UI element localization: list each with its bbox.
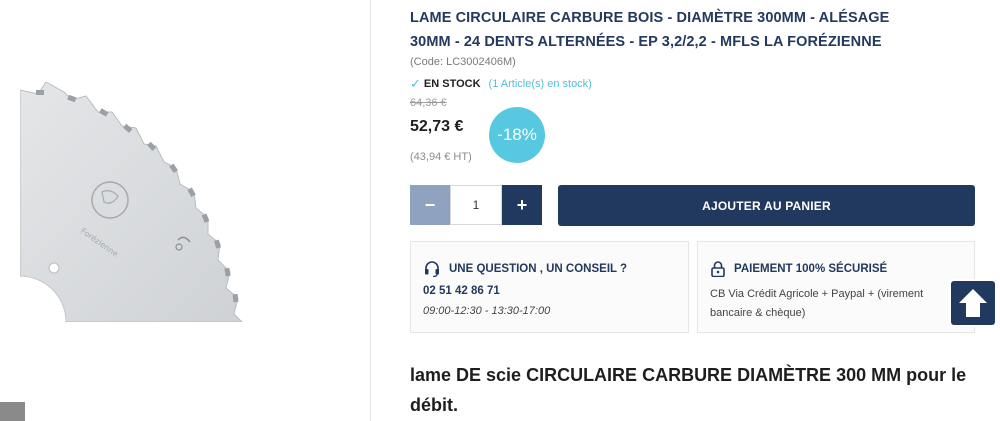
arrow-up-icon bbox=[959, 289, 987, 317]
quantity-increase-button[interactable]: + bbox=[502, 185, 542, 225]
add-to-cart-button[interactable]: AJOUTER AU PANIER bbox=[558, 185, 975, 226]
current-price: 52,73 € bbox=[410, 118, 464, 135]
checkmark-icon: ✓ bbox=[410, 76, 421, 91]
advice-header: UNE QUESTION , UN CONSEIL ? bbox=[424, 261, 627, 277]
price-excl-tax: (43,94 € HT) bbox=[410, 151, 472, 163]
payment-title: PAIEMENT 100% SÉCURISÉ bbox=[734, 263, 888, 275]
column-divider bbox=[370, 0, 371, 421]
headset-icon bbox=[425, 261, 439, 277]
lock-icon bbox=[711, 261, 725, 277]
advice-box: UNE QUESTION , UN CONSEIL ? 02 51 42 86 … bbox=[410, 241, 689, 333]
thumbnail-marker[interactable] bbox=[0, 402, 25, 421]
scroll-to-top-button[interactable] bbox=[949, 279, 997, 327]
payment-header: PAIEMENT 100% SÉCURISÉ bbox=[711, 261, 887, 277]
payment-box: PAIEMENT 100% SÉCURISÉ CB Via Crédit Agr… bbox=[697, 241, 975, 333]
stock-label: EN STOCK bbox=[423, 78, 481, 90]
phone-number[interactable]: 02 51 42 86 71 bbox=[423, 285, 500, 297]
product-code: (Code: LC3002406M) bbox=[410, 56, 516, 68]
old-price: 64,36 € bbox=[410, 97, 447, 109]
product-image-area: Forézienne bbox=[0, 0, 370, 421]
product-image[interactable]: Forézienne bbox=[20, 82, 260, 322]
stock-quantity: (1 Article(s) en stock) bbox=[488, 78, 592, 90]
opening-hours: 09:00-12:30 - 13:30-17:00 bbox=[423, 305, 551, 317]
quantity-input[interactable] bbox=[450, 185, 502, 225]
discount-badge: -18% bbox=[489, 107, 545, 163]
advice-title: UNE QUESTION , UN CONSEIL ? bbox=[449, 263, 628, 275]
quantity-decrease-button[interactable]: − bbox=[410, 185, 450, 225]
description-heading: lame DE scie CIRCULAIRE CARBURE DIAMÈTRE… bbox=[410, 365, 967, 415]
product-title: LAME CIRCULAIRE CARBURE BOIS - DIAMÈTRE … bbox=[410, 10, 890, 50]
payment-methods: CB Via Crédit Agricole + Paypal + (virem… bbox=[710, 288, 924, 319]
stock-status: ✓ EN STOCK (1 Article(s) en stock) bbox=[410, 76, 592, 92]
saw-blade-image: Forézienne bbox=[20, 82, 243, 322]
